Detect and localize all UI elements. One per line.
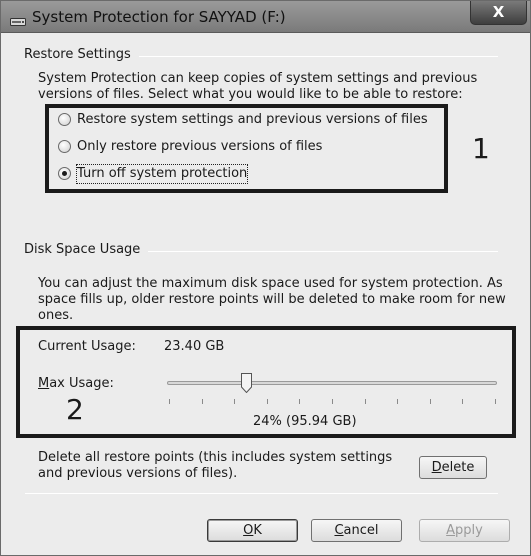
max-usage-readout: 24% (95.94 GB) xyxy=(253,414,357,429)
annotation-number-2: 2 xyxy=(66,393,84,426)
slider-tick xyxy=(332,399,333,404)
cancel-button[interactable]: Cancel xyxy=(311,519,402,542)
max-usage-slider-thumb[interactable] xyxy=(240,373,252,394)
delete-desc-line-2: and previous versions of files). xyxy=(38,466,238,481)
radio-button[interactable] xyxy=(58,113,71,126)
ok-label-rest: K xyxy=(253,523,262,538)
slider-tick xyxy=(495,399,496,404)
radio-restore-settings-and-files[interactable]: Restore system settings and previous ver… xyxy=(58,111,438,129)
slider-tick xyxy=(169,399,170,404)
title-bar[interactable]: System Protection for SAYYAD (F:) X xyxy=(1,1,530,33)
max-usage-label: Max Usage: xyxy=(38,376,114,392)
delete-description: Delete all restore points (this includes… xyxy=(38,450,398,482)
radio-button-selected[interactable] xyxy=(58,167,71,180)
delete-desc-line-1: Delete all restore points (this includes… xyxy=(38,450,393,465)
window-title: System Protection for SAYYAD (F:) xyxy=(32,8,286,26)
footer-separator xyxy=(25,493,498,494)
restore-settings-description: System Protection can keep copies of sys… xyxy=(38,71,508,103)
max-usage-slider-track[interactable] xyxy=(167,381,497,385)
delete-button[interactable]: Delete xyxy=(419,456,487,479)
radio-label: Only restore previous versions of files xyxy=(77,139,323,154)
delete-mnemonic: D xyxy=(431,460,442,475)
slider-tick xyxy=(234,399,236,404)
apply-button[interactable]: Apply xyxy=(419,519,510,542)
restore-settings-heading: Restore Settings xyxy=(24,47,139,62)
current-usage-label: Current Usage: xyxy=(38,339,136,354)
disk-desc-line-3: ones. xyxy=(38,308,74,323)
cancel-label-rest: ancel xyxy=(343,523,379,538)
slider-tick xyxy=(364,399,366,404)
close-icon: X xyxy=(492,3,505,21)
slider-tick xyxy=(201,399,203,404)
slider-tick xyxy=(266,399,268,404)
slider-tick xyxy=(397,399,399,404)
slider-tick xyxy=(462,399,464,404)
radio-label: Restore system settings and previous ver… xyxy=(77,112,428,127)
radio-button[interactable] xyxy=(58,140,71,153)
apply-mnemonic: A xyxy=(446,523,456,538)
ok-mnemonic: O xyxy=(243,523,254,538)
max-usage-label-rest: ax Usage: xyxy=(49,376,114,391)
annotation-number-1: 1 xyxy=(472,132,490,165)
disk-desc-line-1: You can adjust the maximum disk space us… xyxy=(38,276,503,291)
slider-tick xyxy=(429,399,431,404)
delete-label-rest: elete xyxy=(441,460,475,475)
radio-only-previous-versions[interactable]: Only restore previous versions of files xyxy=(58,138,438,156)
disk-desc-line-2: space fills up, older restore points wil… xyxy=(38,292,506,307)
disk-space-heading: Disk Space Usage xyxy=(24,242,149,257)
system-protection-dialog: System Protection for SAYYAD (F:) X Rest… xyxy=(0,0,531,556)
drive-icon xyxy=(10,12,26,26)
max-usage-mnemonic: M xyxy=(38,376,50,391)
cancel-mnemonic: C xyxy=(334,523,344,538)
radio-label: Turn off system protection xyxy=(75,164,249,184)
slider-tick xyxy=(299,399,301,404)
radio-turn-off-protection[interactable]: Turn off system protection xyxy=(58,164,438,184)
close-button[interactable]: X xyxy=(470,1,527,25)
current-usage-value: 23.40 GB xyxy=(164,339,225,354)
ok-button[interactable]: OK xyxy=(207,519,298,542)
disk-space-description: You can adjust the maximum disk space us… xyxy=(38,276,508,324)
apply-label-rest: pply xyxy=(455,523,483,538)
restore-desc-line-2: versions of files. Select what you would… xyxy=(38,87,463,102)
restore-desc-line-1: System Protection can keep copies of sys… xyxy=(38,71,478,86)
